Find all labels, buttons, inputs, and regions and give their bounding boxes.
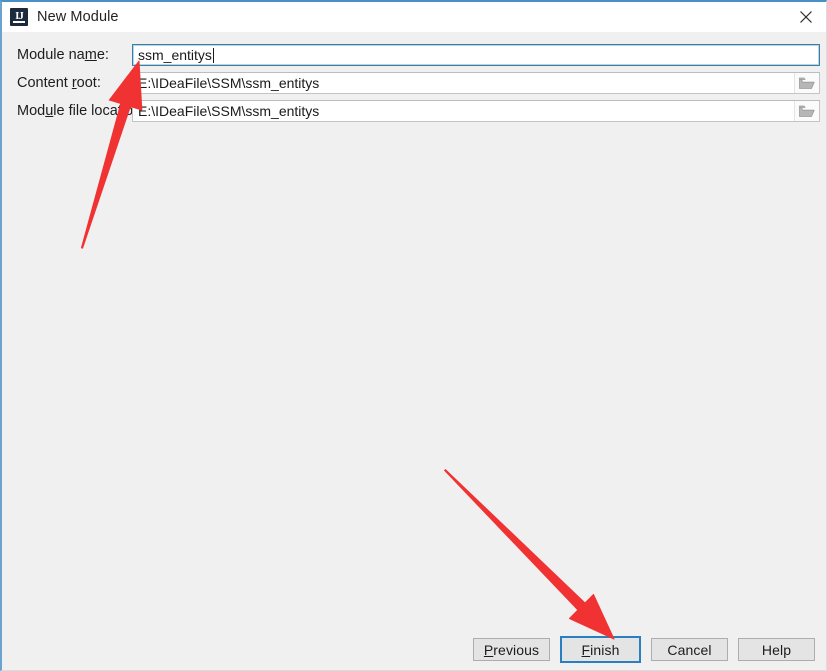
module-name-input[interactable]: ssm_entitys [132,44,820,66]
label-module-name: Module name: [17,47,109,63]
cancel-button[interactable]: Cancel [651,638,728,661]
form-row-module-file-location: Module file location: E:\IDeaFile\SSM\ss… [2,100,826,122]
module-name-value: ssm_entitys [138,47,214,63]
close-button[interactable] [783,2,826,32]
label-content-root: Content root: [17,75,101,91]
label-module-file-location: Module file location: [17,103,146,119]
module-file-location-input[interactable]: E:\IDeaFile\SSM\ssm_entitys [132,100,820,122]
new-module-dialog: IJ New Module Module name: ssm_entitys C… [0,0,827,671]
content-root-browse-button[interactable] [794,73,819,93]
previous-button[interactable]: Previous [473,638,550,661]
text-caret [212,47,214,63]
folder-icon [799,77,815,89]
dialog-button-bar: Previous Finish Cancel Help [2,629,826,670]
help-button[interactable]: Help [738,638,815,661]
close-icon [800,11,812,23]
form-row-module-name: Module name: ssm_entitys [2,44,826,66]
title-bar: IJ New Module [2,2,826,32]
dialog-content: Module name: ssm_entitys Content root: E… [2,32,826,629]
form-row-content-root: Content root: E:\IDeaFile\SSM\ssm_entity… [2,72,826,94]
window-title: New Module [37,9,119,25]
folder-icon [799,105,815,117]
module-file-location-browse-button[interactable] [794,101,819,121]
content-root-input[interactable]: E:\IDeaFile\SSM\ssm_entitys [132,72,820,94]
finish-button[interactable]: Finish [560,636,641,663]
dialog-buttons: Previous Finish Cancel Help [473,636,815,663]
module-file-location-value: E:\IDeaFile\SSM\ssm_entitys [138,103,320,119]
content-root-value: E:\IDeaFile\SSM\ssm_entitys [138,75,320,91]
intellij-idea-icon: IJ [10,8,28,26]
